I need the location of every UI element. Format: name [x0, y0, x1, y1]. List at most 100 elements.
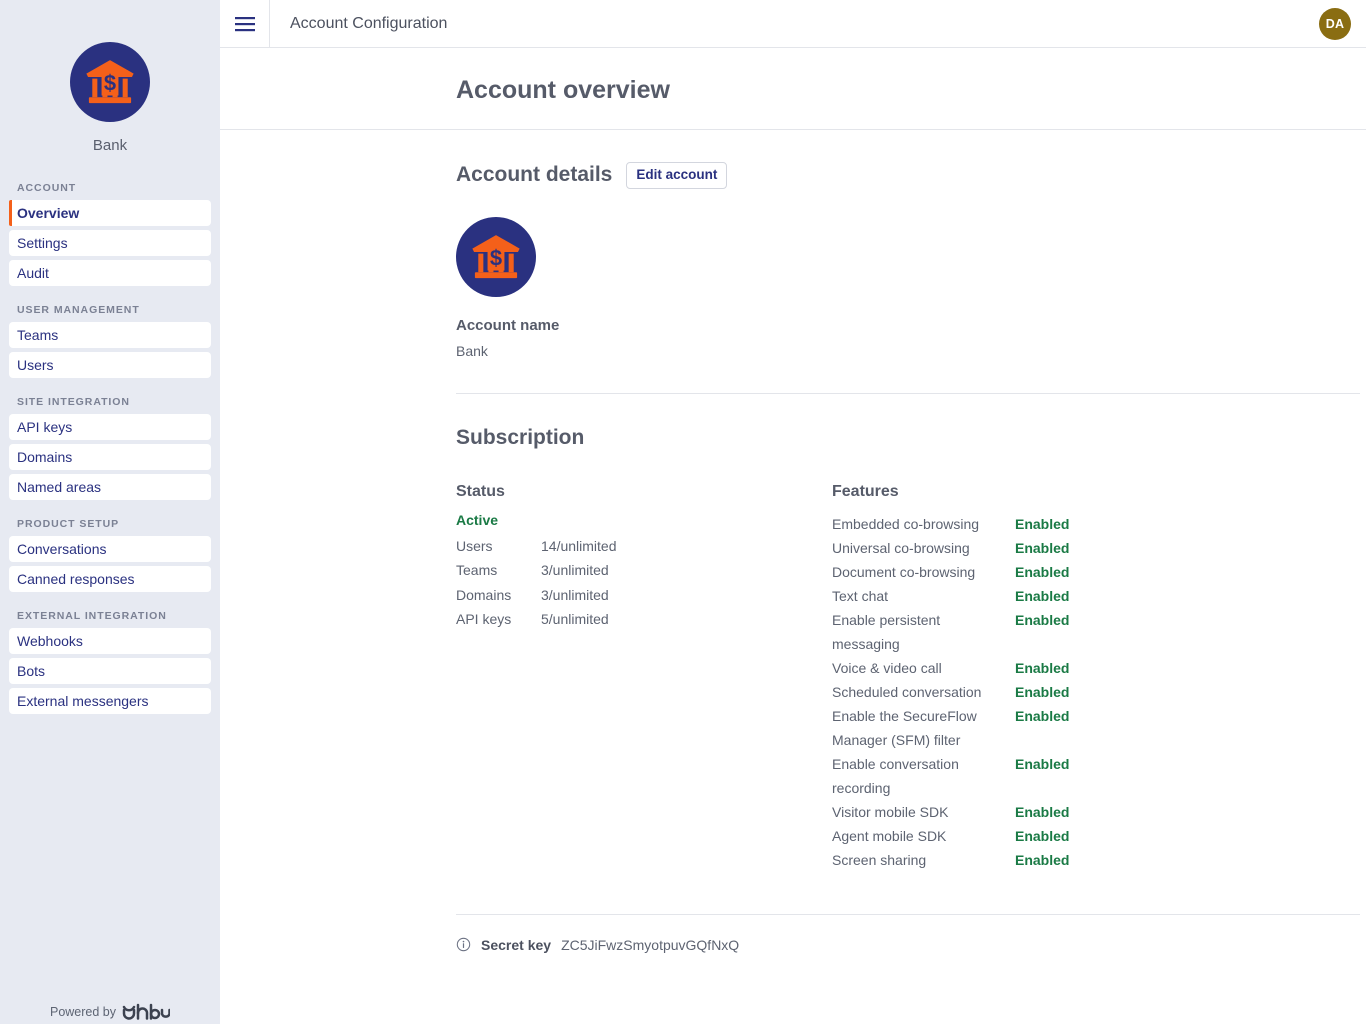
edit-account-button[interactable]: Edit account	[626, 162, 727, 189]
feature-name: Enable the SecureFlow Manager (SFM) filt…	[832, 704, 1015, 752]
sidebar-item-domains[interactable]: Domains	[9, 444, 211, 470]
feature-name: Enable conversation recording	[832, 752, 1015, 800]
feature-state: Enabled	[1015, 536, 1069, 560]
feature-row: Screen sharing Enabled	[832, 848, 1252, 872]
status-row-value: 3/unlimited	[541, 583, 609, 608]
sidebar-item-label: Named areas	[17, 479, 101, 495]
features-heading: Features	[832, 483, 1252, 501]
brand-block: $ Bank	[0, 0, 220, 154]
sidebar-item-teams[interactable]: Teams	[9, 322, 211, 348]
powered-by-footer: Powered by	[0, 1003, 220, 1020]
feature-state: Enabled	[1015, 848, 1069, 872]
status-row: Users 14/unlimited	[456, 534, 832, 559]
account-name-label: Account name	[456, 317, 1366, 334]
avatar[interactable]: DA	[1319, 8, 1351, 40]
unblu-logo	[122, 1003, 170, 1020]
sidebar-item-users[interactable]: Users	[9, 352, 211, 378]
sidebar-item-label: API keys	[17, 419, 72, 435]
account-avatar-bank-icon: $	[456, 217, 536, 297]
feature-name: Document co-browsing	[832, 560, 1015, 584]
feature-row: Enable conversation recording Enabled	[832, 752, 1252, 800]
content-area: Account details Edit account $	[220, 130, 1366, 953]
feature-name: Visitor mobile SDK	[832, 800, 1015, 824]
nav-group-title-site-integration: SITE INTEGRATION	[0, 396, 220, 414]
status-row-value: 5/unlimited	[541, 607, 609, 632]
sidebar-item-label: External messengers	[17, 693, 149, 709]
feature-state: Enabled	[1015, 584, 1069, 608]
feature-name: Universal co-browsing	[832, 536, 1015, 560]
feature-state: Enabled	[1015, 752, 1069, 776]
status-row-key: API keys	[456, 607, 541, 632]
status-column: Status Active Users 14/unlimited Teams 3…	[456, 483, 832, 872]
secret-key-label: Secret key	[481, 937, 551, 953]
nav-group-user-management: USER MANAGEMENT Teams Users	[0, 304, 220, 378]
nav-group-site-integration: SITE INTEGRATION API keys Domains Named …	[0, 396, 220, 500]
secret-key-row: Secret key ZC5JiFwzSmyotpuvGQfNxQ	[456, 915, 1366, 953]
feature-state: Enabled	[1015, 680, 1069, 704]
sidebar-item-webhooks[interactable]: Webhooks	[9, 628, 211, 654]
page-breadcrumb-title: Account Configuration	[270, 15, 447, 33]
app-root: $ Bank ACCOUNT Overview Settings Audit U…	[0, 0, 1366, 1024]
sidebar-item-api-keys[interactable]: API keys	[9, 414, 211, 440]
info-circle-icon	[456, 937, 471, 952]
features-column: Features Embedded co-browsing Enabled Un…	[832, 483, 1252, 872]
sidebar-item-label: Domains	[17, 449, 72, 465]
brand-name: Bank	[93, 137, 127, 154]
top-bar: Account Configuration DA	[220, 0, 1366, 48]
feature-state: Enabled	[1015, 560, 1069, 584]
status-row-value: 3/unlimited	[541, 558, 609, 583]
nav-group-title-external-integration: EXTERNAL INTEGRATION	[0, 610, 220, 628]
feature-state: Enabled	[1015, 824, 1069, 848]
feature-row: Embedded co-browsing Enabled	[832, 512, 1252, 536]
status-row-key: Domains	[456, 583, 541, 608]
feature-name: Voice & video call	[832, 656, 1015, 680]
feature-row: Document co-browsing Enabled	[832, 560, 1252, 584]
sidebar: $ Bank ACCOUNT Overview Settings Audit U…	[0, 0, 220, 1024]
svg-text:$: $	[490, 245, 502, 270]
status-row-key: Users	[456, 534, 541, 559]
account-name-value: Bank	[456, 343, 1366, 359]
sidebar-item-conversations[interactable]: Conversations	[9, 536, 211, 562]
account-details-header: Account details Edit account	[456, 130, 1366, 189]
nav-group-title-user-management: USER MANAGEMENT	[0, 304, 220, 322]
sidebar-item-named-areas[interactable]: Named areas	[9, 474, 211, 500]
sidebar-item-label: Bots	[17, 663, 45, 679]
feature-row: Text chat Enabled	[832, 584, 1252, 608]
sidebar-item-audit[interactable]: Audit	[9, 260, 211, 286]
feature-name: Scheduled conversation	[832, 680, 1015, 704]
nav-group-title-account: ACCOUNT	[0, 182, 220, 200]
sidebar-item-bots[interactable]: Bots	[9, 658, 211, 684]
feature-name: Text chat	[832, 584, 1015, 608]
status-row: API keys 5/unlimited	[456, 607, 832, 632]
sidebar-item-label: Conversations	[17, 541, 107, 557]
feature-state: Enabled	[1015, 704, 1069, 728]
feature-row: Scheduled conversation Enabled	[832, 680, 1252, 704]
account-details-title: Account details	[456, 163, 612, 187]
status-heading: Status	[456, 483, 832, 501]
account-details-body: $ Account name Bank	[456, 189, 1366, 359]
feature-row: Voice & video call Enabled	[832, 656, 1252, 680]
nav-group-account: ACCOUNT Overview Settings Audit	[0, 182, 220, 286]
feature-row: Enable the SecureFlow Manager (SFM) filt…	[832, 704, 1252, 752]
avatar-initials: DA	[1326, 17, 1345, 31]
feature-row: Visitor mobile SDK Enabled	[832, 800, 1252, 824]
feature-name: Embedded co-browsing	[832, 512, 1015, 536]
status-row: Teams 3/unlimited	[456, 558, 832, 583]
hamburger-menu-icon[interactable]	[220, 0, 270, 47]
feature-name: Agent mobile SDK	[832, 824, 1015, 848]
status-row: Domains 3/unlimited	[456, 583, 832, 608]
status-row-value: 14/unlimited	[541, 534, 617, 559]
sidebar-nav: ACCOUNT Overview Settings Audit USER MAN…	[0, 182, 220, 732]
sidebar-item-settings[interactable]: Settings	[9, 230, 211, 256]
status-badge: Active	[456, 512, 832, 528]
sidebar-item-external-messengers[interactable]: External messengers	[9, 688, 211, 714]
sidebar-item-overview[interactable]: Overview	[9, 200, 211, 226]
feature-state: Enabled	[1015, 656, 1069, 680]
sidebar-item-canned-responses[interactable]: Canned responses	[9, 566, 211, 592]
powered-by-label: Powered by	[50, 1005, 116, 1019]
sidebar-item-label: Canned responses	[17, 571, 135, 587]
secret-key-value: ZC5JiFwzSmyotpuvGQfNxQ	[561, 937, 739, 953]
sidebar-item-label: Webhooks	[17, 633, 83, 649]
feature-name: Enable persistent messaging	[832, 608, 1015, 656]
sidebar-item-label: Overview	[17, 205, 79, 221]
